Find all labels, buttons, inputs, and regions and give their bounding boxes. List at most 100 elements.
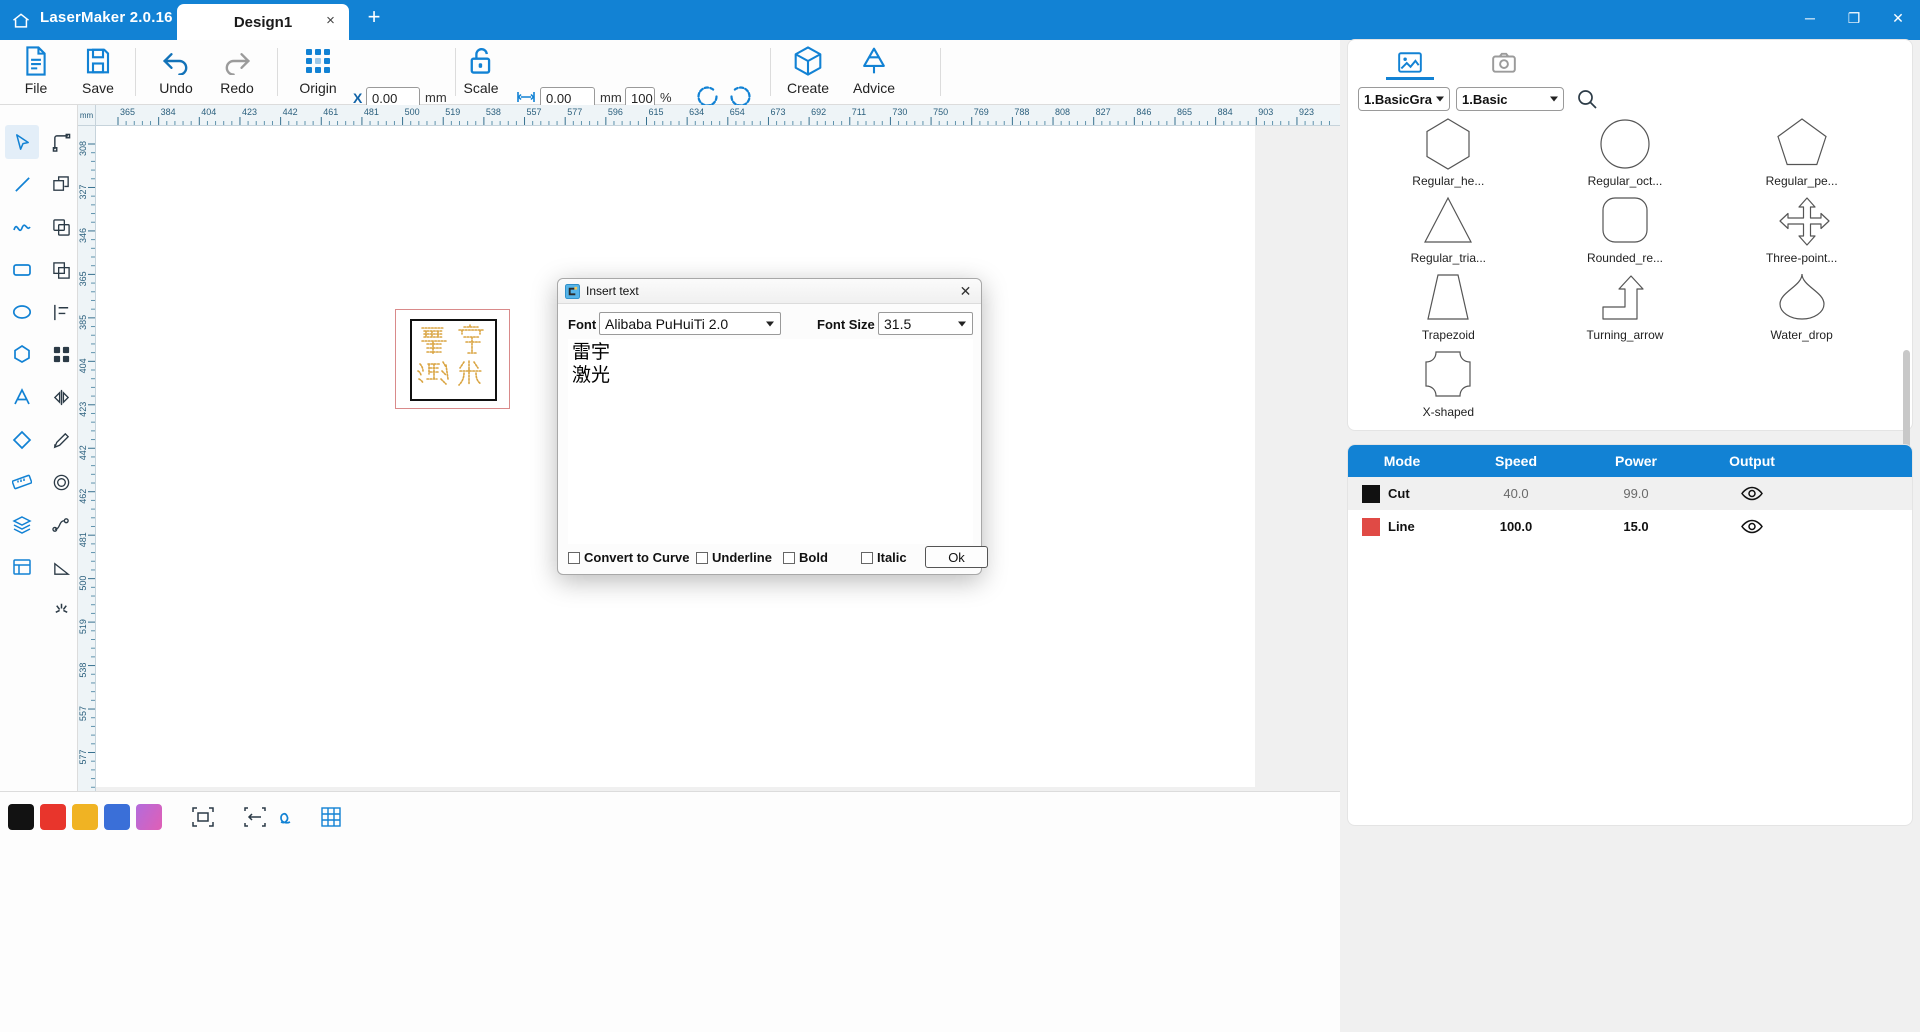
home-icon[interactable] [8, 8, 34, 34]
layer-power[interactable]: 99.0 [1576, 486, 1696, 501]
curve-tool[interactable] [5, 210, 39, 244]
font-select[interactable]: Alibaba PuHuiTi 2.0 [599, 312, 781, 335]
eye-icon[interactable] [1696, 486, 1808, 501]
svg-text:481: 481 [364, 107, 379, 117]
boolean-tool[interactable] [44, 253, 78, 287]
artwork-box[interactable] [410, 319, 497, 401]
path-optimize-icon[interactable] [274, 802, 304, 832]
shape-item-water-drop[interactable]: Water_drop [1713, 269, 1890, 346]
horizontal-ruler[interactable]: 3653844044234424614815005195385575775966… [96, 105, 1340, 126]
shape-caption: Trapezoid [1422, 328, 1475, 342]
table-tool[interactable] [5, 550, 39, 584]
shape-item-turning-arrow[interactable]: Turning_arrow [1537, 269, 1714, 346]
save-button[interactable]: Save [62, 43, 134, 103]
select-tool[interactable] [5, 125, 39, 159]
copy-tool[interactable] [44, 210, 78, 244]
shape-item-regular-triangle[interactable]: Regular_tria... [1360, 192, 1537, 269]
shape-item-regular-octagon[interactable]: Regular_oct... [1537, 115, 1714, 192]
layer-color-swatch[interactable] [1362, 485, 1380, 503]
mirror-tool[interactable] [44, 380, 78, 414]
svg-text:884: 884 [1218, 107, 1233, 117]
svg-text:346: 346 [78, 228, 88, 243]
search-icon[interactable] [1576, 88, 1598, 115]
convert-to-curve-checkbox[interactable] [568, 552, 580, 564]
rectangle-tool[interactable] [5, 253, 39, 287]
color-swatch-blue[interactable] [104, 804, 130, 830]
layer-power[interactable]: 15.0 [1576, 519, 1696, 534]
measure-tool[interactable] [5, 465, 39, 499]
redo-button[interactable]: Redo [201, 43, 273, 103]
text-tool[interactable] [5, 380, 39, 414]
color-swatch-black[interactable] [8, 804, 34, 830]
font-size-select[interactable]: 31.5 [878, 312, 973, 335]
grid-icon[interactable] [316, 802, 346, 832]
layer-speed[interactable]: 100.0 [1456, 519, 1576, 534]
color-swatch-gradient[interactable] [136, 804, 162, 830]
window-controls: ─ ❐ ✕ [1788, 0, 1920, 40]
create-button[interactable]: Create [772, 43, 844, 103]
underline-label: Underline [712, 550, 772, 565]
eye-icon[interactable] [1696, 519, 1808, 534]
text-input[interactable] [568, 339, 973, 544]
node-edit-tool[interactable] [44, 125, 78, 159]
italic-checkbox[interactable] [861, 552, 873, 564]
scatter-tool[interactable] [44, 592, 78, 626]
graphics-tab[interactable] [1378, 46, 1442, 80]
origin-button[interactable]: Origin [282, 43, 354, 103]
origin-label: Origin [299, 80, 336, 96]
shape-item-regular-pentagon[interactable]: Regular_pe... [1713, 115, 1890, 192]
camera-tab[interactable] [1472, 46, 1536, 80]
table-row[interactable]: Line 100.0 15.0 [1348, 510, 1912, 543]
category-select[interactable]: 1.BasicGra [1358, 87, 1450, 111]
close-icon[interactable]: × [322, 13, 339, 30]
scale-button[interactable]: Scale [445, 43, 517, 103]
grid-tool[interactable] [44, 337, 78, 371]
new-tab-button[interactable]: + [363, 7, 385, 29]
shape-item-three-point-arrow[interactable]: Three-point... [1713, 192, 1890, 269]
bold-checkbox[interactable] [783, 552, 795, 564]
layer-color-swatch[interactable] [1362, 518, 1380, 536]
path-tool[interactable] [44, 508, 78, 542]
underline-checkbox[interactable] [696, 552, 708, 564]
shape-item-x-shaped[interactable]: X-shaped [1360, 346, 1537, 423]
vertical-ruler[interactable]: 3083273463653854044234424624815005195385… [78, 126, 96, 791]
minimize-icon[interactable]: ─ [1788, 0, 1832, 36]
align-tool[interactable] [44, 295, 78, 329]
layer-speed[interactable]: 40.0 [1456, 486, 1576, 501]
shape-caption: Three-point... [1766, 251, 1837, 265]
advice-button[interactable]: Advice [838, 43, 910, 103]
close-icon[interactable]: ✕ [956, 282, 975, 301]
layer-parameters-panel: Mode Speed Power Output Cut 40.0 99.0 [1348, 445, 1912, 825]
angle-tool[interactable] [44, 550, 78, 584]
color-swatch-yellow[interactable] [72, 804, 98, 830]
maximize-icon[interactable]: ❐ [1832, 0, 1876, 36]
table-row[interactable]: Cut 40.0 99.0 [1348, 477, 1912, 510]
font-value: Alibaba PuHuiTi 2.0 [605, 316, 728, 332]
svg-text:923: 923 [1299, 107, 1314, 117]
polygon-tool[interactable] [5, 337, 39, 371]
library-scrollbar[interactable] [1903, 350, 1910, 455]
subcategory-select[interactable]: 1.Basic [1456, 87, 1564, 111]
shape-item-trapezoid[interactable]: Trapezoid [1360, 269, 1537, 346]
ok-button[interactable]: Ok [925, 546, 988, 568]
ellipse-tool[interactable] [5, 295, 39, 329]
close-icon[interactable]: ✕ [1876, 0, 1920, 36]
origin-icon [303, 43, 333, 79]
preview-icon[interactable] [240, 802, 270, 832]
diamond-tool[interactable] [5, 423, 39, 457]
offset-tool[interactable] [44, 465, 78, 499]
shape-item-regular-hexagon[interactable]: Regular_he... [1360, 115, 1537, 192]
document-tab[interactable]: Design1 × [177, 4, 349, 40]
fill-shape-tool[interactable] [44, 167, 78, 201]
shape-item-rounded-rect[interactable]: Rounded_re... [1537, 192, 1714, 269]
frame-icon[interactable] [188, 802, 218, 832]
shape-grid: Regular_he... Regular_oct... Regular_pe.… [1360, 115, 1890, 415]
selection-frame[interactable] [395, 309, 510, 409]
pen-tool[interactable] [44, 423, 78, 457]
svg-text:692: 692 [811, 107, 826, 117]
layers-tool[interactable] [5, 508, 39, 542]
line-tool[interactable] [5, 167, 39, 201]
insert-text-dialog[interactable]: Insert text ✕ Font Alibaba PuHuiTi 2.0 F… [557, 278, 982, 575]
italic-label: Italic [877, 550, 907, 565]
color-swatch-red[interactable] [40, 804, 66, 830]
